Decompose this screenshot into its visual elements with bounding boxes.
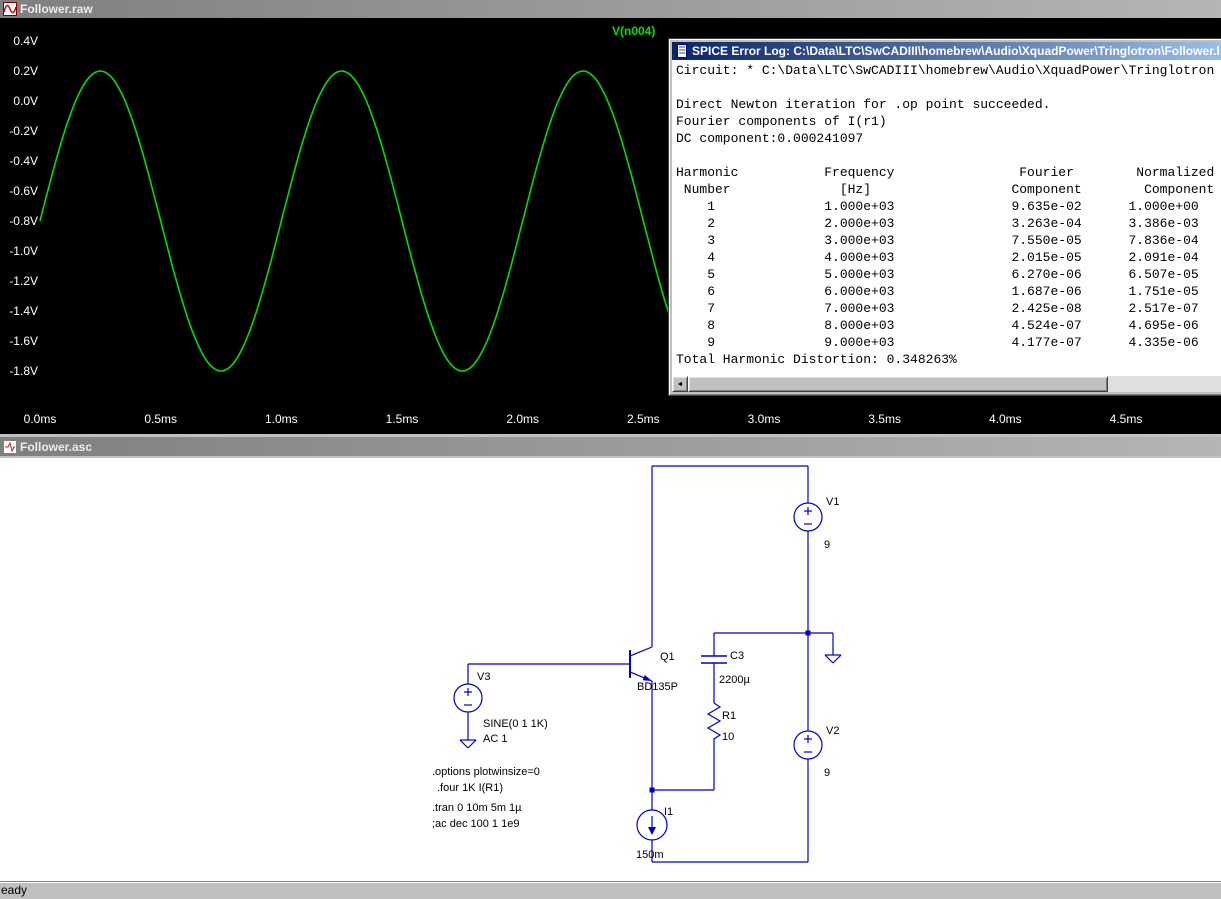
y-axis-tick-label[interactable]: -1.2V [0, 274, 38, 288]
error-log-line: DC component:0.000241097 [676, 130, 1221, 147]
y-axis-tick-label[interactable]: -1.8V [0, 364, 38, 378]
error-log-line: 1 1.000e+03 9.635e-02 1.000e+00 [676, 198, 1221, 215]
spice-directive[interactable]: ;ac dec 100 1 1e9 [432, 818, 519, 830]
y-axis-tick-label[interactable]: -0.6V [0, 184, 38, 198]
component-value-label[interactable]: 150m [636, 849, 664, 861]
schematic-drawing: V1 9 V2 9 V3 SINE(0 1 1K) AC 1 I1 150m Q1 BD135P C3… [0, 458, 1221, 881]
waveform-window-titlebar[interactable]: Follower.raw [0, 0, 1221, 18]
x-axis-tick-label[interactable]: 0.0ms [18, 412, 62, 426]
scrollbar-track[interactable] [1108, 376, 1221, 392]
spice-error-log-window: SPICE Error Log: C:\Data\LTC\SwCADIII\ho… [668, 38, 1221, 396]
component-name-label[interactable]: V2 [826, 725, 839, 737]
error-log-line: Direct Newton iteration for .op point su… [676, 96, 1221, 113]
component-value-label[interactable]: AC 1 [483, 733, 507, 745]
error-log-horizontal-scrollbar: ◄ ► [672, 376, 1221, 392]
error-log-line: Number [Hz] Component Component [676, 181, 1221, 198]
component-name-label[interactable]: V3 [477, 671, 490, 683]
wire-junction [806, 631, 811, 636]
component-value-label[interactable]: 10 [722, 731, 734, 743]
error-log-line: 9 9.000e+03 4.177e-07 4.335e-06 [676, 334, 1221, 351]
x-axis-tick-label[interactable]: 4.5ms [1104, 412, 1148, 426]
error-log-content: Circuit: * C:\Data\LTC\SwCADIII\homebrew… [672, 60, 1221, 376]
wire-junction [650, 788, 655, 793]
component-I1[interactable]: I1 150m [636, 806, 673, 861]
error-log-window-title: SPICE Error Log: C:\Data\LTC\SwCADIII\ho… [692, 44, 1221, 58]
y-axis-tick-label[interactable]: -1.6V [0, 334, 38, 348]
component-GND1[interactable] [460, 740, 476, 748]
waveform-window-title: Follower.raw [20, 2, 1218, 16]
spice-directive[interactable]: .tran 0 10m 5m 1µ [432, 802, 522, 814]
error-log-line [676, 79, 1221, 96]
schematic-window-icon [3, 440, 17, 454]
x-axis-tick-label[interactable]: 3.0ms [742, 412, 786, 426]
error-log-titlebar[interactable]: SPICE Error Log: C:\Data\LTC\SwCADIII\ho… [672, 42, 1221, 60]
error-log-line: 8 8.000e+03 4.524e-07 4.695e-06 [676, 317, 1221, 334]
x-axis-tick-label[interactable]: 0.5ms [139, 412, 183, 426]
x-axis-tick-label[interactable]: 1.5ms [380, 412, 424, 426]
y-axis-tick-label[interactable]: 0.4V [0, 34, 38, 48]
error-log-line: 6 6.000e+03 1.687e-06 1.751e-05 [676, 283, 1221, 300]
schematic-canvas[interactable]: V1 9 V2 9 V3 SINE(0 1 1K) AC 1 I1 150m Q1 BD135P C3… [0, 458, 1221, 881]
error-log-line: 4 4.000e+03 2.015e-05 2.091e-04 [676, 249, 1221, 266]
x-axis-tick-label[interactable]: 2.0ms [501, 412, 545, 426]
component-V1[interactable]: V1 9 [794, 496, 839, 551]
component-name-label[interactable]: I1 [664, 806, 673, 818]
x-axis-tick-label[interactable]: 2.5ms [621, 412, 665, 426]
component-value-label[interactable]: SINE(0 1 1K) [483, 718, 548, 730]
error-log-line: 3 3.000e+03 7.550e-05 7.836e-04 [676, 232, 1221, 249]
component-value-label[interactable]: 9 [824, 539, 830, 551]
component-V2[interactable]: V2 9 [794, 725, 839, 779]
error-log-line: 5 5.000e+03 6.270e-06 6.507e-05 [676, 266, 1221, 283]
schematic-window-titlebar[interactable]: Follower.asc [0, 437, 1221, 456]
component-name-label[interactable]: C3 [730, 650, 744, 662]
y-axis-tick-label[interactable]: -0.4V [0, 154, 38, 168]
spice-directive[interactable]: .options plotwinsize=0 [432, 766, 540, 778]
error-log-line [676, 147, 1221, 164]
component-value-label[interactable]: BD135P [637, 681, 678, 693]
x-axis-tick-label[interactable]: 4.0ms [983, 412, 1027, 426]
scrollbar-thumb[interactable] [688, 376, 1108, 392]
scroll-left-button[interactable]: ◄ [672, 376, 688, 392]
error-log-line: 7 7.000e+03 2.425e-08 2.517e-07 [676, 300, 1221, 317]
component-value-label[interactable]: 2200µ [719, 674, 750, 686]
error-log-line: 2 2.000e+03 3.263e-04 3.386e-03 [676, 215, 1221, 232]
error-log-line: Total Harmonic Distortion: 0.348263% [676, 351, 1221, 368]
component-GND2[interactable] [825, 655, 841, 663]
status-text: eady [1, 883, 27, 897]
component-name-label[interactable]: Q1 [660, 651, 675, 663]
component-R1[interactable]: R1 10 [708, 703, 736, 743]
left-arrow-icon: ◄ [677, 381, 684, 388]
y-axis-tick-label[interactable]: -1.4V [0, 304, 38, 318]
error-log-line: Harmonic Frequency Fourier Normalized [676, 164, 1221, 181]
schematic-window-title: Follower.asc [20, 440, 1218, 454]
error-log-line: Circuit: * C:\Data\LTC\SwCADIII\homebrew… [676, 62, 1221, 79]
y-axis-tick-label[interactable]: -1.0V [0, 244, 38, 258]
status-bar: eady [0, 881, 1221, 899]
waveform-window-icon [3, 2, 17, 16]
component-name-label[interactable]: R1 [722, 710, 736, 722]
error-log-line: Fourier components of I(r1) [676, 113, 1221, 130]
trace-name-label[interactable]: V(n004) [612, 24, 655, 38]
x-axis-tick-label[interactable]: 1.0ms [259, 412, 303, 426]
y-axis-tick-label[interactable]: 0.2V [0, 64, 38, 78]
component-value-label[interactable]: 9 [824, 767, 830, 779]
error-log-window-icon [675, 44, 689, 58]
schematic-window: Follower.asc V1 9 V2 9 V3 SINE(0 1 1K) AC 1 I1 1… [0, 434, 1221, 881]
component-name-label[interactable]: V1 [826, 496, 839, 508]
y-axis-tick-label[interactable]: -0.8V [0, 214, 38, 228]
component-C3[interactable]: C3 2200µ [701, 650, 750, 686]
x-axis-tick-label[interactable]: 3.5ms [863, 412, 907, 426]
component-Q1[interactable]: Q1 BD135P [630, 647, 678, 693]
y-axis-tick-label[interactable]: -0.2V [0, 124, 38, 138]
spice-directive[interactable]: .four 1K I(R1) [437, 782, 503, 794]
y-axis-tick-label[interactable]: 0.0V [0, 94, 38, 108]
